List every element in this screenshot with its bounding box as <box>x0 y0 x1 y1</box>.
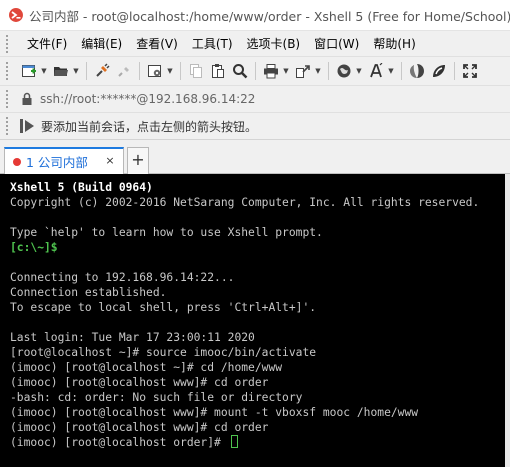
terminal-line: Connecting to 192.168.96.14:22... <box>10 271 235 284</box>
terminal-line: (imooc) [root@localhost www]# cd order <box>10 421 269 434</box>
menu-bar: 文件(F) 编辑(E) 查看(V) 工具(T) 选项卡(B) 窗口(W) 帮助(… <box>0 30 510 56</box>
toolbar-separator <box>255 61 256 80</box>
menu-window[interactable]: 窗口(W) <box>307 35 366 52</box>
title-bar: 公司内部 - root@localhost:/home/www/order - … <box>0 0 510 30</box>
terminal-line: (imooc) [root@localhost order]# <box>10 435 505 450</box>
open-dropdown[interactable]: ▼ <box>72 60 80 82</box>
transfer-button[interactable] <box>292 60 314 82</box>
globe-button[interactable] <box>333 60 355 82</box>
terminal-line: -bash: cd: order: No such file or direct… <box>10 391 303 404</box>
window-title: 公司内部 - root@localhost:/home/www/order - … <box>28 8 510 24</box>
address-bar: ssh://root:******@192.168.96.14:22 <box>0 85 510 111</box>
font-icon <box>370 62 383 77</box>
toolbar-separator <box>180 61 181 80</box>
session-hint-bar: 要添加当前会话，点击左侧的箭头按钮。 <box>0 112 510 140</box>
print-button[interactable] <box>260 60 282 82</box>
toolbar-separator <box>139 61 140 80</box>
font-button[interactable] <box>365 60 387 82</box>
terminal-line: (imooc) [root@localhost ~]# cd /home/www <box>10 361 283 374</box>
menu-view[interactable]: 查看(V) <box>129 35 185 52</box>
menu-grip[interactable] <box>6 34 14 53</box>
tab-strip: 1 公司内部 × + <box>0 141 510 174</box>
new-session-icon <box>22 64 36 77</box>
transfer-icon <box>296 64 310 78</box>
new-session-dropdown[interactable]: ▼ <box>40 60 48 82</box>
xshell-app-icon <box>8 8 23 22</box>
terminal-line: (imooc) [root@localhost www]# mount -t v… <box>10 406 419 419</box>
disconnect-icon <box>118 66 129 77</box>
properties-button[interactable] <box>144 60 166 82</box>
hint-text: 要添加当前会话，点击左侧的箭头按钮。 <box>41 119 258 134</box>
toolbar-separator <box>328 61 329 80</box>
terminal-line: Connection established. <box>10 286 167 299</box>
paste-button[interactable] <box>207 60 229 82</box>
terminal-line: Copyright (c) 2002-2016 NetSarang Comput… <box>10 196 480 209</box>
toolbar-separator <box>401 61 402 80</box>
terminal-cursor <box>230 435 238 448</box>
xftp-button[interactable] <box>406 60 428 82</box>
copy-button[interactable] <box>185 60 207 82</box>
xshell-button[interactable] <box>428 60 450 82</box>
xftp-icon <box>410 63 424 78</box>
terminal-line: [root@localhost ~]# source imooc/bin/act… <box>10 346 317 359</box>
font-dropdown[interactable]: ▼ <box>387 60 395 82</box>
address-grip[interactable] <box>6 89 14 108</box>
connection-status-dot <box>13 157 21 166</box>
paste-icon <box>212 63 224 78</box>
toolbar: ▼ ▼ ▼ ▼ ▼ ▼ ▼ <box>0 56 510 84</box>
tab-label: 1 公司内部 <box>26 155 88 170</box>
open-folder-icon <box>54 66 68 76</box>
disconnect-button[interactable] <box>113 60 135 82</box>
print-dropdown[interactable]: ▼ <box>282 60 290 82</box>
menu-edit[interactable]: 编辑(E) <box>74 35 129 52</box>
xshell-icon <box>433 64 445 77</box>
terminal-line: [c:\~]$ <box>10 241 58 254</box>
hint-grip[interactable] <box>6 117 14 135</box>
properties-icon <box>148 64 161 77</box>
toolbar-separator <box>86 61 87 80</box>
terminal-line: (imooc) [root@localhost www]# cd order <box>10 376 269 389</box>
new-session-button[interactable] <box>18 60 40 82</box>
properties-dropdown[interactable]: ▼ <box>166 60 174 82</box>
menu-file[interactable]: 文件(F) <box>20 35 74 52</box>
address-field[interactable]: ssh://root:******@192.168.96.14:22 <box>20 89 510 109</box>
terminal-line: Last login: Tue Mar 17 23:00:11 2020 <box>10 331 255 344</box>
copy-icon <box>190 63 202 78</box>
menu-help[interactable]: 帮助(H) <box>366 35 422 52</box>
terminal-line: Xshell 5 (Build 0964) <box>10 181 153 194</box>
find-button[interactable] <box>229 60 251 82</box>
tab-session-1[interactable]: 1 公司内部 × <box>4 147 124 174</box>
connect-icon <box>96 62 110 77</box>
address-value: ssh://root:******@192.168.96.14:22 <box>40 91 256 106</box>
terminal-output[interactable]: Xshell 5 (Build 0964) Copyright (c) 2002-… <box>0 174 505 467</box>
menu-tab[interactable]: 选项卡(B) <box>240 35 308 52</box>
fullscreen-button[interactable] <box>459 60 481 82</box>
open-button[interactable] <box>50 60 72 82</box>
add-session-arrow-icon[interactable] <box>18 117 36 135</box>
tab-close-icon[interactable]: × <box>103 154 117 168</box>
fullscreen-icon <box>463 63 477 78</box>
lock-icon <box>22 92 32 105</box>
connect-button[interactable] <box>91 60 113 82</box>
toolbar-grip[interactable] <box>6 61 14 80</box>
print-icon <box>264 63 278 78</box>
globe-icon <box>337 64 351 77</box>
new-tab-button[interactable]: + <box>127 147 149 174</box>
terminal-line: To escape to local shell, press 'Ctrl+Al… <box>10 301 317 314</box>
menu-tools[interactable]: 工具(T) <box>185 35 240 52</box>
transfer-dropdown[interactable]: ▼ <box>314 60 322 82</box>
terminal-scrollbar[interactable] <box>505 174 510 467</box>
globe-dropdown[interactable]: ▼ <box>355 60 363 82</box>
toolbar-separator <box>454 61 455 80</box>
find-icon <box>233 63 248 78</box>
terminal-line: Type `help' to learn how to use Xshell p… <box>10 226 323 239</box>
